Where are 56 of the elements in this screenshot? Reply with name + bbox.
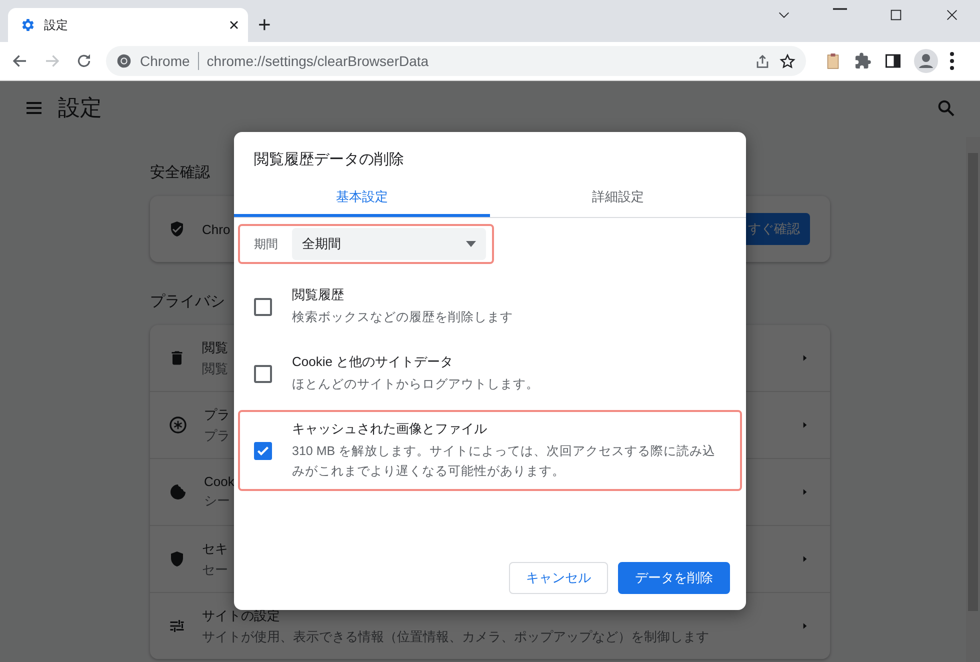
option-description: 310 MB を解放します。サイトによっては、次回アクセスする際に読み込みがこれまでより遅くなる可能性があります。 [292,443,717,480]
setting-title[interactable]: Cook [204,474,234,489]
option-title: Cookie と他のサイトデータ [292,353,454,371]
option-title: 閲覧履歴 [292,286,344,304]
sidebar-icon [884,52,902,70]
gear-icon [20,17,36,33]
tab-title: 設定 [44,16,69,34]
share-icon [754,52,771,70]
dialog-tab[interactable]: 基本設定 [234,179,490,217]
setting-description: サイトが使用、表示できる情報（位置情報、カメラ、ポップアップなど）を制御します [202,628,709,646]
dialog-title: 閲覧履歴データの削除 [254,150,405,169]
url-text: chrome://settings/clearBrowserData [206,53,430,69]
setting-title[interactable]: 閲覧 [202,338,228,356]
setting-description: シー [204,492,230,510]
option-description: 検索ボックスなどの履歴を削除します [292,309,513,326]
dropdown-arrow-icon [466,239,476,249]
check-icon [257,446,269,456]
checkbox[interactable] [254,364,272,382]
setting-description: プラ [204,426,230,444]
page-title: 設定 [58,94,103,122]
avatar-icon [914,49,938,73]
chrome-logo-icon [116,53,132,69]
maximize-icon [889,8,903,22]
reload-icon [75,52,93,70]
checkbox[interactable] [254,298,272,316]
delete-data-button[interactable]: データを削除 [618,562,730,594]
shield-check-icon [168,220,186,238]
sliders-icon [168,617,186,635]
puzzle-icon [854,52,872,70]
asterisk-circle-icon [168,415,188,435]
option-description: ほとんどのサイトからログアウトします。 [292,376,539,393]
option-title: キャッシュされた画像とファイル [292,420,487,438]
setting-description: セー [202,560,228,578]
minimize-icon [833,8,847,10]
checkbox[interactable] [254,442,272,460]
star-icon [779,52,796,70]
field-label: 期間 [254,236,278,252]
setting-title[interactable]: プラ [204,406,230,424]
section-heading: プライバシ [150,292,225,311]
site-label: Chrome [140,53,190,69]
search-icon [936,98,956,118]
section-heading: 安全確認 [150,163,210,182]
close-icon [228,19,240,31]
close-icon [945,8,959,22]
setting-description: 閲覧 [202,360,228,378]
new-tab-button[interactable]: + [258,14,271,36]
time-range-dropdown[interactable]: 全期間 [292,228,486,260]
shield-icon [168,550,186,568]
cookie-icon [168,482,188,502]
browser-tab[interactable]: 設定 [8,8,248,42]
setting-title[interactable]: サイトの設定 [202,606,280,624]
card-text: Chro [202,222,232,236]
cancel-button[interactable]: キャンセル [509,562,608,594]
setting-title[interactable]: セキ [202,540,228,558]
more-menu-icon [950,52,954,70]
address-bar[interactable]: Chrome chrome://settings/clearBrowserData [106,46,806,76]
